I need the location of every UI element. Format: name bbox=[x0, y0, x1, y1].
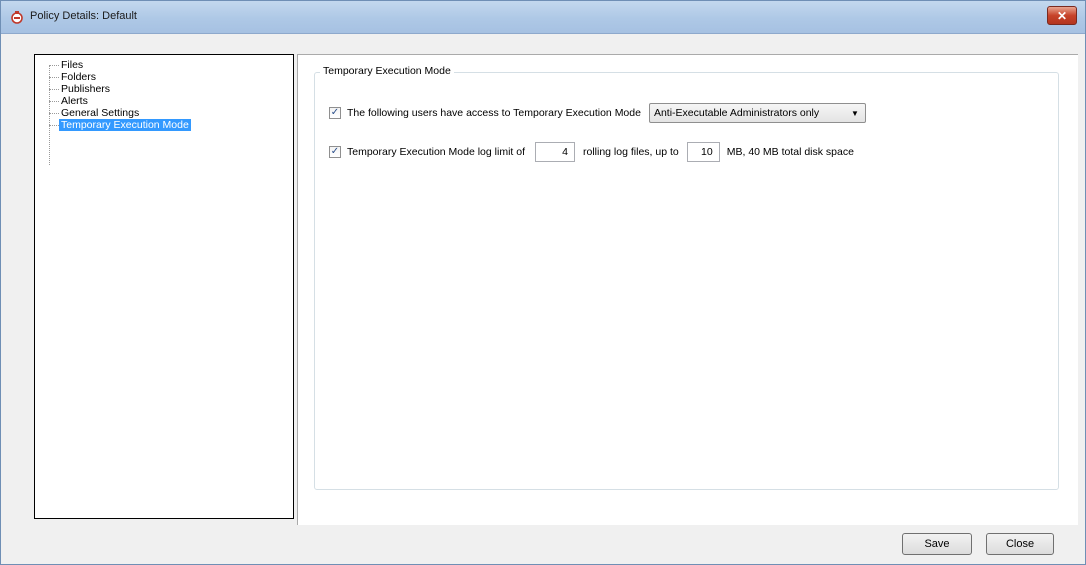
temporary-execution-mode-group bbox=[314, 72, 1059, 490]
tree-item-folders[interactable]: Folders bbox=[61, 71, 96, 83]
save-button[interactable]: Save bbox=[902, 533, 972, 555]
log-files-count-value: 4 bbox=[562, 146, 568, 158]
access-users-value: Anti-Executable Administrators only bbox=[653, 107, 820, 119]
tree-item-files[interactable]: Files bbox=[61, 59, 83, 71]
tree-connector-line bbox=[49, 65, 50, 165]
settings-panel: Temporary Execution Mode ✓ The following… bbox=[297, 54, 1078, 525]
tree-branch-line bbox=[49, 125, 59, 126]
tree-branch-line bbox=[49, 65, 59, 66]
log-limit-row: ✓ Temporary Execution Mode log limit of … bbox=[329, 142, 854, 162]
title-bar[interactable]: Policy Details: Default ✕ bbox=[1, 1, 1085, 34]
app-icon bbox=[11, 11, 23, 24]
access-checkbox[interactable]: ✓ bbox=[329, 107, 341, 119]
rolling-log-label: rolling log files, up to bbox=[583, 146, 679, 158]
dialog-client-area: Files Folders Publishers Alerts General … bbox=[8, 41, 1078, 525]
settings-tree: Files Folders Publishers Alerts General … bbox=[34, 54, 294, 519]
chevron-down-icon: ▼ bbox=[851, 108, 859, 118]
check-icon: ✓ bbox=[330, 146, 340, 157]
log-limit-label: Temporary Execution Mode log limit of bbox=[347, 146, 525, 158]
tree-item-temporary-execution-mode[interactable]: Temporary Execution Mode bbox=[59, 119, 191, 131]
tree-item-alerts[interactable]: Alerts bbox=[61, 95, 88, 107]
log-files-count-input[interactable]: 4 bbox=[535, 142, 575, 162]
group-title: Temporary Execution Mode bbox=[320, 65, 454, 77]
access-users-dropdown[interactable]: Anti-Executable Administrators only ▼ bbox=[648, 103, 866, 123]
policy-details-window: Policy Details: Default ✕ Files Folders … bbox=[0, 0, 1086, 565]
window-title: Policy Details: Default bbox=[30, 10, 137, 22]
tree-item-general-settings[interactable]: General Settings bbox=[61, 107, 139, 119]
check-icon: ✓ bbox=[330, 107, 340, 118]
log-size-value: 10 bbox=[701, 146, 713, 158]
access-row: ✓ The following users have access to Tem… bbox=[329, 103, 866, 123]
close-button[interactable]: Close bbox=[986, 533, 1054, 555]
access-label: The following users have access to Tempo… bbox=[347, 107, 641, 119]
disk-space-label: MB, 40 MB total disk space bbox=[726, 146, 854, 158]
tree-item-publishers[interactable]: Publishers bbox=[61, 83, 110, 95]
window-close-button[interactable]: ✕ bbox=[1047, 6, 1077, 25]
log-limit-checkbox[interactable]: ✓ bbox=[329, 146, 341, 158]
tree-branch-line bbox=[49, 77, 59, 78]
tree-branch-line bbox=[49, 89, 59, 90]
tree-branch-line bbox=[49, 113, 59, 114]
log-size-input[interactable]: 10 bbox=[686, 142, 720, 162]
close-icon: ✕ bbox=[1056, 8, 1068, 23]
tree-branch-line bbox=[49, 101, 59, 102]
